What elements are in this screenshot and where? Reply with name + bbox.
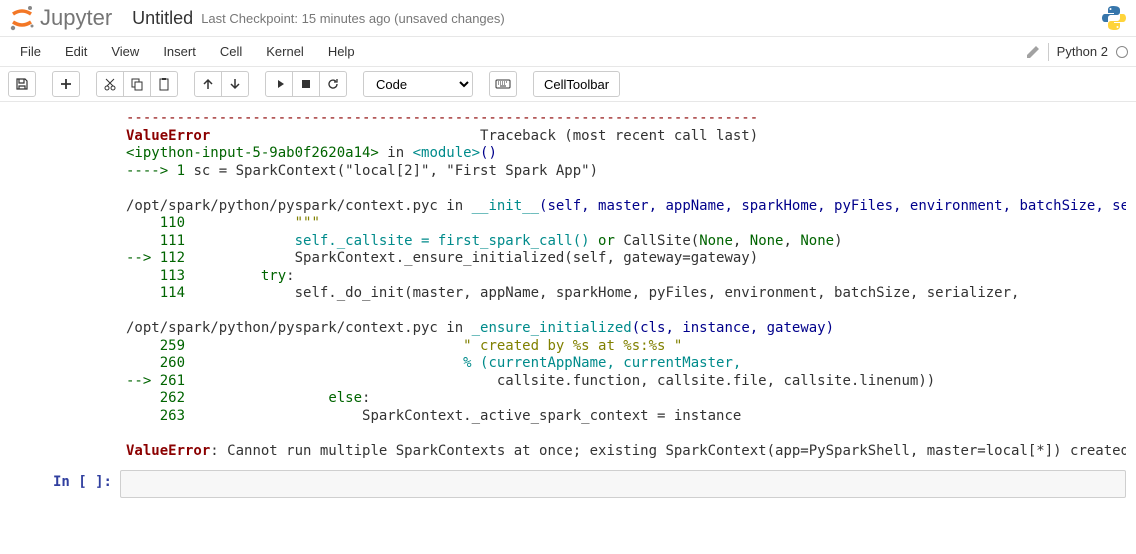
notebook-container: ----------------------------------------…: [0, 106, 1136, 498]
output-area: ----------------------------------------…: [120, 106, 1126, 464]
output-prompt: [10, 106, 120, 464]
restart-button[interactable]: [319, 71, 347, 97]
paste-icon: [157, 77, 171, 91]
menu-cell[interactable]: Cell: [208, 38, 254, 65]
save-icon: [15, 77, 29, 91]
restart-icon: [326, 77, 340, 91]
kernel-indicator-icon: [1116, 46, 1128, 58]
output-cell: ----------------------------------------…: [10, 106, 1126, 464]
traceback: ----------------------------------------…: [126, 110, 1120, 460]
input-cell[interactable]: In [ ]:: [10, 470, 1126, 498]
command-palette-button[interactable]: [489, 71, 517, 97]
cut-button[interactable]: [96, 71, 124, 97]
copy-icon: [130, 77, 144, 91]
python-icon: [1100, 4, 1128, 32]
menubar: File Edit View Insert Cell Kernel Help P…: [0, 37, 1136, 67]
cut-icon: [103, 77, 117, 91]
checkpoint-status: Last Checkpoint: 15 minutes ago (unsaved…: [201, 11, 505, 26]
celltoolbar-button[interactable]: CellToolbar: [533, 71, 620, 97]
cell-type-select[interactable]: Code: [363, 71, 473, 97]
menu-file[interactable]: File: [8, 38, 53, 65]
kernel-name[interactable]: Python 2: [1057, 44, 1108, 59]
code-input[interactable]: [120, 470, 1126, 498]
paste-button[interactable]: [150, 71, 178, 97]
input-prompt: In [ ]:: [10, 470, 120, 498]
jupyter-icon: [8, 4, 36, 32]
stop-icon: [299, 77, 313, 91]
notebook-title[interactable]: Untitled: [132, 8, 193, 29]
run-icon: [272, 77, 286, 91]
menu-insert[interactable]: Insert: [151, 38, 208, 65]
plus-icon: [59, 77, 73, 91]
copy-button[interactable]: [123, 71, 151, 97]
arrow-down-icon: [228, 77, 242, 91]
move-down-button[interactable]: [221, 71, 249, 97]
save-button[interactable]: [8, 71, 36, 97]
run-button[interactable]: [265, 71, 293, 97]
toolbar: Code CellToolbar: [0, 67, 1136, 102]
arrow-up-icon: [201, 77, 215, 91]
move-up-button[interactable]: [194, 71, 222, 97]
keyboard-icon: [495, 77, 511, 91]
jupyter-logo[interactable]: Jupyter: [8, 4, 112, 32]
interrupt-button[interactable]: [292, 71, 320, 97]
menu-kernel[interactable]: Kernel: [254, 38, 316, 65]
menu-edit[interactable]: Edit: [53, 38, 99, 65]
menu-view[interactable]: View: [99, 38, 151, 65]
logo-text: Jupyter: [40, 5, 112, 31]
menu-help[interactable]: Help: [316, 38, 367, 65]
add-cell-button[interactable]: [52, 71, 80, 97]
divider: [1048, 43, 1049, 61]
pencil-icon[interactable]: [1026, 45, 1040, 59]
header: Jupyter Untitled Last Checkpoint: 15 min…: [0, 0, 1136, 37]
